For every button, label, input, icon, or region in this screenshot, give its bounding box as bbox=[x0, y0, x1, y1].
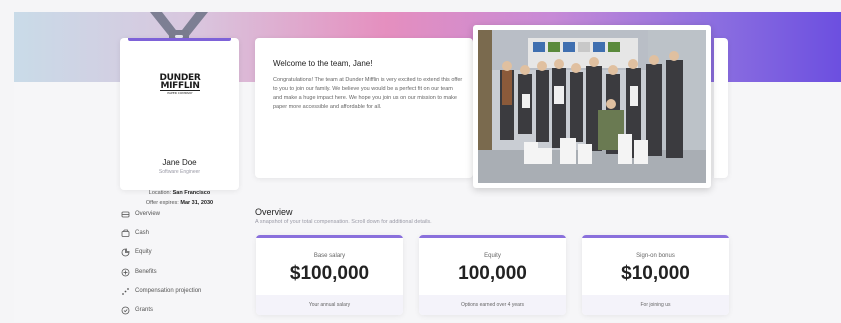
nav-label: Cash bbox=[135, 230, 150, 236]
equity-icon bbox=[121, 248, 130, 257]
profile-card: DUNDER MIFFLIN PAPER COMPANY Jane Doe So… bbox=[120, 38, 239, 206]
card-accent-bar bbox=[419, 235, 566, 238]
card-accent-bar bbox=[582, 235, 729, 238]
overview-icon bbox=[121, 210, 130, 219]
offer-expiry-label: Offer expires: bbox=[145, 200, 179, 206]
stat-footer: For joining us bbox=[582, 295, 729, 315]
photo-card-shadow bbox=[714, 38, 728, 178]
nav-label: Compensation projection bbox=[135, 288, 202, 294]
overview-heading: Overview bbox=[255, 207, 293, 217]
overview-subtitle: A snapshot of your total compensation. S… bbox=[255, 219, 432, 225]
cash-icon bbox=[121, 229, 130, 238]
team-photo-card bbox=[473, 25, 711, 188]
welcome-message: Congratulations! The team at Dunder Miff… bbox=[273, 77, 463, 110]
nav-item-benefits[interactable]: Benefits bbox=[121, 266, 241, 278]
nav-item-compensation-projection[interactable]: Compensation projection bbox=[121, 285, 241, 297]
card-accent-bar bbox=[256, 235, 403, 238]
team-photo bbox=[478, 30, 706, 183]
logo-line-3: PAPER COMPANY bbox=[167, 91, 193, 95]
offer-expiry-line: Offer expires: Mar 31, 2030 bbox=[120, 200, 239, 206]
equity-card: Equity 100,000 Options earned over 4 yea… bbox=[419, 235, 566, 315]
nav-label: Grants bbox=[135, 307, 154, 313]
projection-icon bbox=[121, 287, 130, 296]
nav-item-grants[interactable]: Grants bbox=[121, 304, 241, 316]
location-label: Location: bbox=[148, 190, 172, 196]
nav-item-equity[interactable]: Equity bbox=[121, 246, 241, 258]
stat-label: Sign-on bonus bbox=[636, 253, 675, 259]
nav-item-overview[interactable]: Overview bbox=[121, 208, 241, 220]
grants-icon bbox=[121, 306, 130, 315]
candidate-role: Software Engineer bbox=[158, 169, 201, 175]
candidate-name: Jane Doe bbox=[162, 158, 197, 167]
nav-label: Overview bbox=[135, 211, 161, 217]
sign-on-bonus-card: Sign-on bonus $10,000 For joining us bbox=[582, 235, 729, 315]
offer-expiry-value: Mar 31, 2030 bbox=[180, 200, 214, 206]
nav-label: Equity bbox=[135, 249, 152, 255]
benefits-icon bbox=[121, 268, 130, 277]
location-value: San Francisco bbox=[172, 190, 211, 196]
stat-value: $10,000 bbox=[621, 263, 690, 284]
stat-footer: Options earned over 4 years bbox=[419, 295, 566, 315]
stat-value: $100,000 bbox=[289, 263, 370, 284]
stat-label: Base salary bbox=[313, 253, 346, 259]
nav-item-cash[interactable]: Cash bbox=[121, 227, 241, 239]
logo-line-2: MIFFLIN bbox=[160, 81, 200, 91]
profile-card-accent bbox=[128, 38, 231, 41]
stat-label: Equity bbox=[484, 253, 501, 259]
welcome-card: Welcome to the team, Jane! Congratulatio… bbox=[255, 38, 473, 178]
stat-footer: Your annual salary bbox=[256, 295, 403, 315]
nav-label: Benefits bbox=[135, 269, 157, 275]
stat-value: 100,000 bbox=[458, 263, 527, 284]
location-line: Location: San Francisco bbox=[120, 190, 239, 196]
base-salary-card: Base salary $100,000 Your annual salary bbox=[256, 235, 403, 315]
company-logo: DUNDER MIFFLIN PAPER COMPANY bbox=[154, 74, 206, 96]
welcome-title: Welcome to the team, Jane! bbox=[273, 59, 373, 68]
